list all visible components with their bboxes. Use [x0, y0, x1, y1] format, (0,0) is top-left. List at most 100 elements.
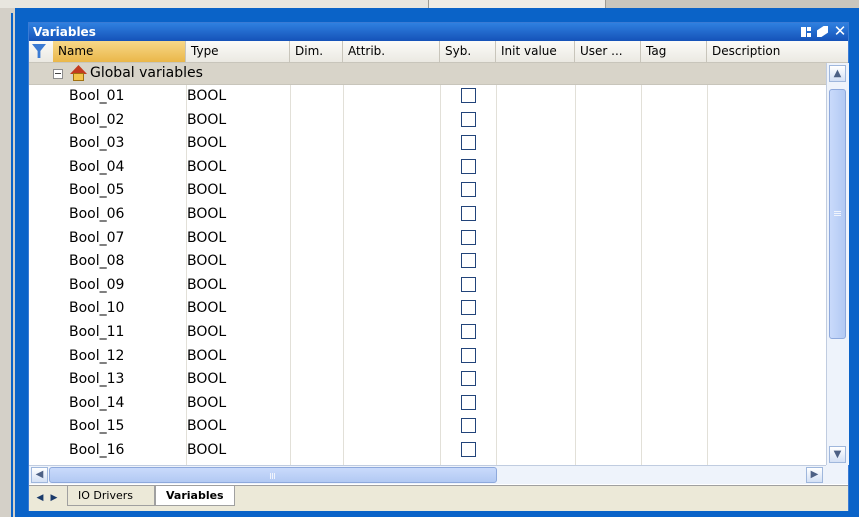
table-row[interactable]: Bool_13 BOOL: [29, 368, 826, 392]
variable-name[interactable]: Bool_07: [69, 230, 124, 246]
scroll-left-icon[interactable]: ◀: [31, 467, 48, 483]
table-row[interactable]: Bool_01 BOOL: [29, 85, 826, 109]
variable-name[interactable]: Bool_13: [69, 371, 124, 387]
group-label: Global variables: [90, 65, 203, 81]
variable-type[interactable]: BOOL: [187, 395, 226, 411]
variable-name[interactable]: Bool_14: [69, 395, 124, 411]
variable-type[interactable]: BOOL: [187, 442, 226, 458]
table-row[interactable]: Bool_15 BOOL: [29, 415, 826, 439]
syb-checkbox[interactable]: [461, 324, 476, 339]
scroll-up-icon[interactable]: ▲: [829, 65, 846, 82]
variable-type[interactable]: BOOL: [187, 230, 226, 246]
syb-checkbox[interactable]: [461, 229, 476, 245]
variable-name[interactable]: Bool_04: [69, 159, 124, 175]
variable-name[interactable]: Bool_01: [69, 88, 124, 104]
variable-name[interactable]: Bool_06: [69, 206, 124, 222]
variable-type[interactable]: BOOL: [187, 206, 226, 222]
table-row[interactable]: Bool_08 BOOL: [29, 250, 826, 274]
table-row[interactable]: Bool_12 BOOL: [29, 345, 826, 369]
syb-checkbox[interactable]: [461, 347, 476, 363]
variable-type[interactable]: BOOL: [187, 88, 226, 104]
variable-name[interactable]: Bool_16: [69, 442, 124, 458]
column-header-name[interactable]: Name: [53, 41, 186, 62]
horizontal-scrollbar[interactable]: ◀ ▶: [29, 465, 826, 484]
scrollbar-corner: [826, 465, 848, 484]
syb-checkbox[interactable]: [461, 371, 476, 387]
column-header-tag[interactable]: Tag: [641, 41, 707, 62]
table-row[interactable]: Bool_09 BOOL: [29, 274, 826, 298]
column-header-attrib[interactable]: Attrib.: [343, 41, 440, 62]
group-row-global-variables[interactable]: Global variables: [29, 63, 826, 85]
variable-type[interactable]: BOOL: [187, 253, 226, 269]
syb-checkbox[interactable]: [461, 276, 476, 292]
close-icon[interactable]: ✕: [833, 24, 847, 39]
table-row[interactable]: Bool_16 BOOL: [29, 439, 826, 463]
tab-variables[interactable]: Variables: [155, 486, 235, 506]
syb-checkbox[interactable]: [461, 442, 476, 457]
scroll-right-icon[interactable]: ▶: [806, 467, 823, 483]
table-row[interactable]: Bool_14 BOOL: [29, 392, 826, 416]
variable-type[interactable]: BOOL: [187, 418, 226, 434]
table-row[interactable]: Bool_03 BOOL: [29, 132, 826, 156]
document-tab-strip: ◀ ▶ IO Drivers Variables: [29, 485, 848, 511]
table-row[interactable]: Bool_02 BOOL: [29, 109, 826, 133]
table-row[interactable]: Bool_11 BOOL: [29, 321, 826, 345]
window-title: Variables: [33, 25, 96, 39]
horizontal-scroll-thumb[interactable]: [49, 467, 497, 483]
syb-checkbox[interactable]: [461, 182, 476, 198]
variable-name[interactable]: Bool_15: [69, 418, 124, 434]
variable-type[interactable]: BOOL: [187, 300, 226, 316]
column-header-init-value[interactable]: Init value: [496, 41, 575, 62]
syb-checkbox[interactable]: [461, 111, 476, 127]
variable-type[interactable]: BOOL: [187, 159, 226, 175]
syb-checkbox[interactable]: [461, 206, 476, 221]
frame-left-edge: [11, 13, 13, 517]
tab-next-icon[interactable]: ▶: [47, 491, 61, 505]
column-header-type[interactable]: Type: [186, 41, 290, 62]
collapse-toggle-icon[interactable]: [53, 69, 63, 79]
syb-checkbox[interactable]: [461, 158, 476, 174]
variable-type[interactable]: BOOL: [187, 277, 226, 293]
variable-type[interactable]: BOOL: [187, 112, 226, 128]
table-row[interactable]: Bool_07 BOOL: [29, 227, 826, 251]
syb-checkbox[interactable]: [461, 300, 476, 316]
variable-type[interactable]: BOOL: [187, 135, 226, 151]
scroll-down-icon[interactable]: ▼: [829, 446, 846, 463]
syb-checkbox[interactable]: [461, 253, 476, 269]
filter-icon[interactable]: [32, 44, 46, 58]
variable-name[interactable]: Bool_08: [69, 253, 124, 269]
variable-type[interactable]: BOOL: [187, 348, 226, 364]
table-row[interactable]: Bool_10 BOOL: [29, 297, 826, 321]
variable-name[interactable]: Bool_09: [69, 277, 124, 293]
window-titlebar[interactable]: Variables ✕: [29, 23, 848, 41]
tab-prev-icon[interactable]: ◀: [33, 491, 47, 505]
variable-type[interactable]: BOOL: [187, 182, 226, 198]
syb-checkbox[interactable]: [461, 135, 476, 151]
tab-io-drivers[interactable]: IO Drivers: [67, 486, 155, 506]
variable-type[interactable]: BOOL: [187, 371, 226, 387]
vertical-scrollbar[interactable]: ▲ ▼: [826, 63, 849, 465]
table-row[interactable]: Bool_04 BOOL: [29, 156, 826, 180]
variable-name[interactable]: Bool_05: [69, 182, 124, 198]
dock-icon[interactable]: [799, 25, 813, 39]
variable-name[interactable]: Bool_10: [69, 300, 124, 316]
column-header-description[interactable]: Description: [707, 41, 848, 62]
syb-checkbox[interactable]: [461, 418, 476, 434]
variable-name[interactable]: Bool_11: [69, 324, 124, 340]
variable-name[interactable]: Bool_02: [69, 112, 124, 128]
home-icon: [70, 65, 87, 81]
column-header-dim[interactable]: Dim.: [290, 41, 343, 62]
column-header-user[interactable]: User ...: [575, 41, 641, 62]
variable-type[interactable]: BOOL: [187, 324, 226, 340]
column-header-syb[interactable]: Syb.: [440, 41, 496, 62]
column-header-row: Name Type Dim. Attrib. Syb. Init value U…: [29, 41, 848, 63]
variable-name[interactable]: Bool_12: [69, 348, 124, 364]
table-row[interactable]: Bool_05 BOOL: [29, 179, 826, 203]
variable-name[interactable]: Bool_03: [69, 135, 124, 151]
vertical-scroll-thumb[interactable]: [829, 89, 846, 339]
syb-checkbox[interactable]: [461, 394, 476, 410]
pin-icon[interactable]: [816, 25, 830, 39]
variables-table-body: Bool_01 BOOL Bool_02 BOOL Bool_03 BOOL Bool_04…: [29, 85, 826, 465]
table-row[interactable]: Bool_06 BOOL: [29, 203, 826, 227]
syb-checkbox[interactable]: [461, 88, 476, 103]
